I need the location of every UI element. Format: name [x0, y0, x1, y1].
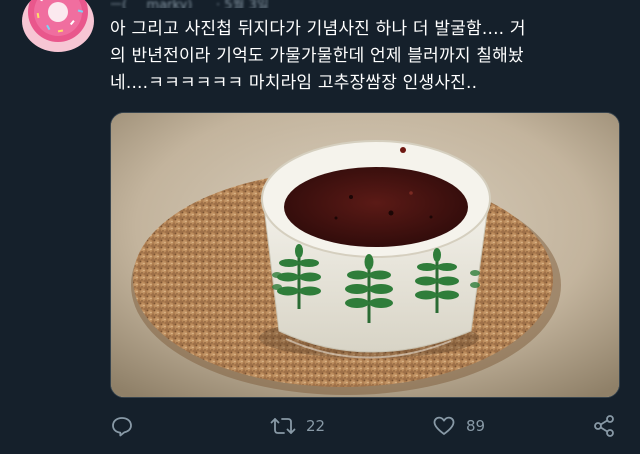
tweet-text-line: 네....ㅋㅋㅋㅋㅋㅋ 마치라임 고추장쌈장 인생사진..	[110, 73, 478, 93]
share-button[interactable]	[592, 410, 616, 442]
like-button[interactable]: 89	[432, 410, 485, 442]
avatar[interactable]	[22, 0, 94, 52]
tweet-text: 아 그리고 사진첩 뒤지다가 기념사진 하나 더 발굴함.... 거 의 반년전…	[110, 16, 625, 97]
tweet-header: ㅡ(___marky)___ · 5월 3일	[110, 0, 269, 8]
user-handle[interactable]: ㅡ(___marky)___ · 5월 3일	[110, 0, 269, 8]
like-count: 89	[466, 417, 486, 435]
tweet-text-line: 의 반년전이라 기억도 가물가물한데 언제 블러까지 칠해놨	[110, 46, 524, 66]
share-icon	[594, 415, 614, 437]
reply-button[interactable]	[110, 410, 134, 442]
tweet: ㅡ(___marky)___ · 5월 3일 아 그리고 사진첩 뒤지다가 기념…	[0, 0, 640, 454]
tweet-text-line: 아 그리고 사진첩 뒤지다가 기념사진 하나 더 발굴함.... 거	[110, 19, 526, 39]
photo-gochujang-bowl	[111, 113, 619, 397]
retweet-button[interactable]: 22	[270, 410, 325, 442]
donut-avatar-image	[22, 0, 94, 52]
tweet-photo[interactable]	[110, 112, 620, 398]
tweet-actions: 22 89	[110, 410, 620, 442]
retweet-count: 22	[306, 417, 326, 435]
reply-icon	[112, 417, 132, 437]
heart-icon	[433, 416, 455, 435]
retweet-icon	[270, 418, 296, 434]
